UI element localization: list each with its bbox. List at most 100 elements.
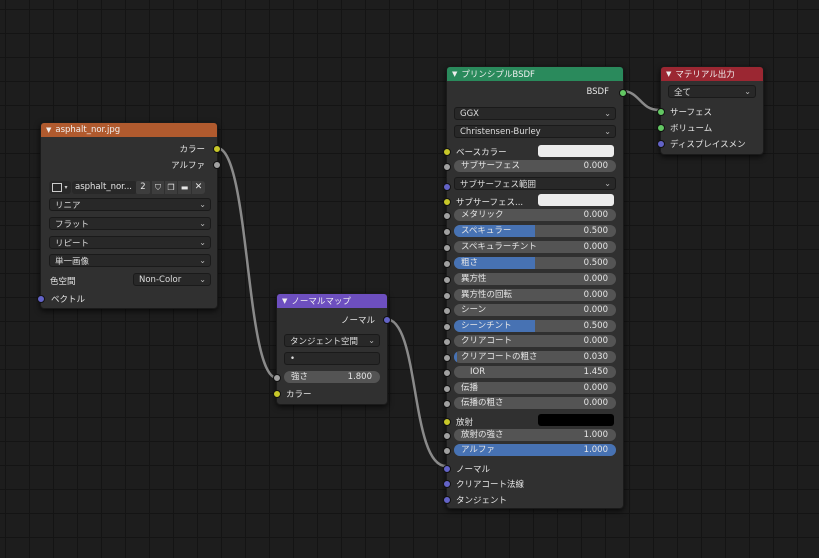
input-roughness-socket[interactable] bbox=[443, 260, 451, 268]
input-subsurface-radius-socket[interactable] bbox=[443, 183, 451, 191]
input-ior-socket[interactable] bbox=[443, 369, 451, 377]
input-anisotropic-socket[interactable] bbox=[443, 276, 451, 284]
transmission-roughness-slider[interactable]: 伝播の粗さ 0.000 bbox=[454, 397, 616, 409]
metallic-slider[interactable]: メタリック 0.000 bbox=[454, 209, 616, 221]
roughness-slider[interactable]: 粗さ 0.500 bbox=[454, 257, 616, 269]
output-bsdf-socket[interactable] bbox=[619, 89, 627, 97]
emission-color-swatch[interactable] bbox=[538, 414, 614, 426]
input-tangent-socket[interactable] bbox=[443, 496, 451, 504]
interpolation-dropdown[interactable]: リニア ⌄ bbox=[49, 198, 211, 211]
anisotropic-label: 異方性 bbox=[461, 274, 487, 284]
anisotropic-rotation-value: 0.000 bbox=[583, 290, 608, 300]
transmission-slider[interactable]: 伝播 0.000 bbox=[454, 382, 616, 394]
node-title: マテリアル出力 bbox=[675, 70, 735, 80]
input-normal-socket[interactable] bbox=[443, 465, 451, 473]
image-texture-node[interactable]: ▼ asphalt_nor.jpg カラー アルファ ▾ asphalt_nor… bbox=[37, 122, 221, 309]
fake-user-shield-icon[interactable]: ⛉ bbox=[152, 181, 164, 194]
input-transmission-socket[interactable] bbox=[443, 385, 451, 393]
principled-bsdf-node[interactable]: ▼ プリンシプルBSDF BSDF GGX ⌄ Christensen-Burle… bbox=[443, 66, 627, 509]
subsurface-radius-dropdown[interactable]: サブサーフェス範囲 ⌄ bbox=[454, 177, 616, 190]
output-header[interactable]: ▼ マテリアル出力 bbox=[661, 67, 763, 81]
input-emission-socket[interactable] bbox=[443, 418, 451, 426]
input-anisotropic-rotation-socket[interactable] bbox=[443, 292, 451, 300]
subsurface-color-label: サブサーフェス... bbox=[456, 198, 524, 208]
input-specular-tint-socket[interactable] bbox=[443, 244, 451, 252]
space-value: タンジェント空間 bbox=[290, 336, 359, 347]
open-folder-icon[interactable]: ▬ bbox=[178, 181, 191, 194]
input-emission-strength-socket[interactable] bbox=[443, 432, 451, 440]
input-transmission-roughness-socket[interactable] bbox=[443, 400, 451, 408]
subsurface-slider[interactable]: サブサーフェス 0.000 bbox=[454, 160, 616, 172]
output-color-socket[interactable] bbox=[213, 145, 221, 153]
projection-value: フラット bbox=[55, 219, 90, 230]
extension-dropdown[interactable]: リピート ⌄ bbox=[49, 236, 211, 249]
collapse-arrow-icon[interactable]: ▼ bbox=[452, 70, 457, 78]
collapse-arrow-icon[interactable]: ▼ bbox=[46, 126, 51, 134]
sheen-slider[interactable]: シーン 0.000 bbox=[454, 304, 616, 316]
bsdf-header[interactable]: ▼ プリンシプルBSDF bbox=[447, 67, 623, 81]
emission-strength-label: 放射の強さ bbox=[461, 430, 504, 440]
link-normal-to-bsdf bbox=[385, 317, 447, 468]
colorspace-dropdown[interactable]: Non-Color ⌄ bbox=[133, 273, 211, 286]
clearcoat-slider[interactable]: クリアコート 0.000 bbox=[454, 335, 616, 347]
input-vector-socket[interactable] bbox=[37, 295, 45, 303]
distribution-dropdown[interactable]: GGX ⌄ bbox=[454, 107, 616, 120]
specular-slider[interactable]: スペキュラー 0.500 bbox=[454, 225, 616, 237]
emission-strength-slider[interactable]: 放射の強さ 1.000 bbox=[454, 429, 616, 441]
subsurface-color-swatch[interactable] bbox=[538, 194, 614, 206]
subsurface-method-dropdown[interactable]: Christensen-Burley ⌄ bbox=[454, 125, 616, 138]
base-color-swatch[interactable] bbox=[538, 145, 614, 157]
source-dropdown[interactable]: 単一画像 ⌄ bbox=[49, 254, 211, 267]
roughness-label: 粗さ bbox=[461, 258, 479, 268]
duplicate-icon[interactable]: ❐ bbox=[165, 181, 177, 194]
alpha-slider[interactable]: アルファ 1.000 bbox=[454, 444, 616, 456]
input-color-socket[interactable] bbox=[273, 390, 281, 398]
material-output-node[interactable]: ▼ マテリアル出力 全て ⌄ サーフェス ボリューム ディスプレイスメン bbox=[657, 66, 764, 155]
input-surface-socket[interactable] bbox=[657, 108, 665, 116]
input-sheen-socket[interactable] bbox=[443, 307, 451, 315]
colorspace-value: Non-Color bbox=[139, 274, 182, 285]
collapse-arrow-icon[interactable]: ▼ bbox=[282, 297, 287, 305]
input-clearcoat-roughness-socket[interactable] bbox=[443, 354, 451, 362]
output-alpha-socket[interactable] bbox=[213, 161, 221, 169]
input-displacement-socket[interactable] bbox=[657, 140, 665, 148]
projection-dropdown[interactable]: フラット ⌄ bbox=[49, 217, 211, 230]
input-clearcoat-socket[interactable] bbox=[443, 338, 451, 346]
anisotropic-rotation-label: 異方性の回転 bbox=[461, 290, 513, 300]
normal-map-header[interactable]: ▼ ノーマルマップ bbox=[277, 294, 387, 308]
image-browse-button[interactable]: ▾ bbox=[49, 181, 71, 194]
uv-map-field[interactable]: • bbox=[284, 352, 380, 365]
close-icon[interactable]: ✕ bbox=[192, 181, 205, 194]
chevron-down-icon: ⌄ bbox=[368, 336, 375, 345]
image-texture-header[interactable]: ▼ asphalt_nor.jpg bbox=[41, 123, 217, 137]
input-subsurface-color-socket[interactable] bbox=[443, 198, 451, 206]
sheen-tint-slider[interactable]: シーンチント 0.500 bbox=[454, 320, 616, 332]
image-name-field[interactable]: asphalt_nor... bbox=[72, 181, 137, 194]
emission-label: 放射 bbox=[456, 418, 474, 428]
input-strength-socket[interactable] bbox=[273, 374, 281, 382]
user-count[interactable]: 2 bbox=[136, 181, 150, 194]
subsurface-radius-value: サブサーフェス範囲 bbox=[460, 179, 536, 190]
output-normal-socket[interactable] bbox=[383, 316, 391, 324]
clearcoat-roughness-slider[interactable]: クリアコートの粗さ 0.030 bbox=[454, 351, 616, 363]
input-volume-socket[interactable] bbox=[657, 124, 665, 132]
space-dropdown[interactable]: タンジェント空間 ⌄ bbox=[284, 334, 380, 347]
collapse-arrow-icon[interactable]: ▼ bbox=[666, 70, 671, 78]
ior-slider[interactable]: IOR 1.450 bbox=[454, 366, 616, 378]
input-specular-socket[interactable] bbox=[443, 228, 451, 236]
strength-slider[interactable]: 強さ 1.800 bbox=[284, 371, 380, 383]
specular-tint-slider[interactable]: スペキュラーチント 0.000 bbox=[454, 241, 616, 253]
input-subsurface-socket[interactable] bbox=[443, 163, 451, 171]
anisotropic-slider[interactable]: 異方性 0.000 bbox=[454, 273, 616, 285]
input-alpha-socket[interactable] bbox=[443, 447, 451, 455]
anisotropic-rotation-slider[interactable]: 異方性の回転 0.000 bbox=[454, 289, 616, 301]
target-dropdown[interactable]: 全て ⌄ bbox=[668, 85, 756, 98]
input-base-color-socket[interactable] bbox=[443, 148, 451, 156]
normal-map-node[interactable]: ▼ ノーマルマップ ノーマル タンジェント空間 ⌄ • 強さ 1.800 カラー bbox=[273, 293, 391, 405]
base-color-label: ベースカラー bbox=[456, 148, 507, 158]
input-sheen-tint-socket[interactable] bbox=[443, 323, 451, 331]
specular-tint-value: 0.000 bbox=[583, 242, 608, 252]
input-metallic-socket[interactable] bbox=[443, 212, 451, 220]
interpolation-value: リニア bbox=[55, 200, 81, 211]
input-clearcoat-normal-socket[interactable] bbox=[443, 480, 451, 488]
